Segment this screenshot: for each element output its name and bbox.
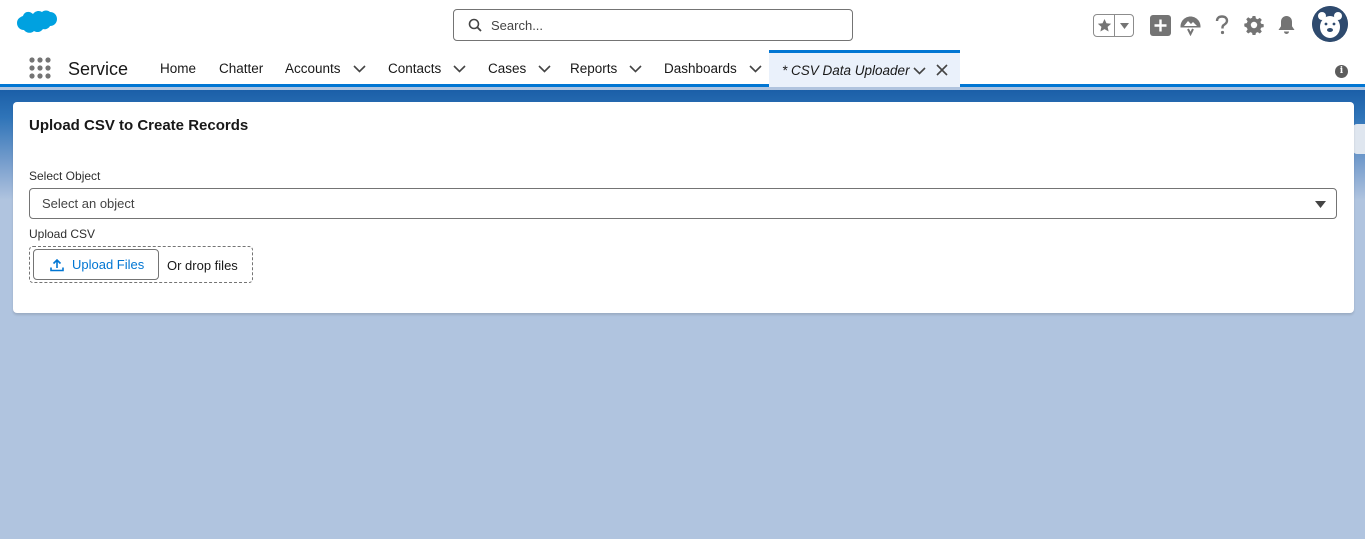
setup-gear-icon[interactable] [1242, 13, 1266, 37]
upload-button-label: Upload Files [72, 257, 145, 272]
drop-files-text: Or drop files [167, 258, 238, 273]
nav-item-label: Cases [488, 61, 527, 76]
chevron-down-icon[interactable] [352, 64, 366, 73]
chevron-down-icon[interactable] [538, 64, 551, 73]
info-icon[interactable]: i [1335, 65, 1348, 78]
nav-item-label: Contacts [388, 61, 442, 76]
nav-item-label: Chatter [219, 61, 264, 76]
chevron-down-icon[interactable] [749, 64, 762, 73]
card-title: Upload CSV to Create Records [29, 117, 249, 134]
close-icon[interactable] [936, 64, 948, 76]
app-navigation-bar: Service Home Chatter Accounts Contacts C… [0, 50, 1365, 87]
upload-files-button[interactable]: Upload Files [33, 249, 159, 280]
global-search[interactable] [453, 9, 853, 41]
nav-item-cases[interactable]: Cases [488, 50, 551, 87]
search-input[interactable] [491, 17, 831, 33]
chevron-down-icon[interactable] [453, 64, 466, 73]
notifications-bell-icon[interactable] [1274, 13, 1298, 37]
salesforce-cloud-icon [17, 10, 57, 33]
user-avatar[interactable] [1312, 6, 1348, 42]
help-question-icon[interactable] [1210, 13, 1234, 37]
upload-csv-label: Upload CSV [29, 227, 96, 241]
select-object-label: Select Object [29, 169, 101, 183]
nav-item-label: Reports [570, 61, 618, 76]
nav-item-chatter[interactable]: Chatter [219, 50, 263, 87]
favorites-menu-icon[interactable] [1115, 15, 1133, 36]
favorites-group [1093, 14, 1134, 37]
nav-item-label: Home [160, 61, 197, 76]
nav-item-label: Accounts [285, 61, 341, 76]
nav-item-label: Dashboards [664, 61, 737, 76]
combobox-placeholder: Select an object [42, 196, 135, 211]
nav-item-home[interactable]: Home [160, 50, 196, 87]
tab-csv-data-uploader[interactable]: * CSV Data Uploader [769, 50, 960, 87]
utility-panel-handle[interactable] [1353, 124, 1365, 154]
app-launcher-icon[interactable] [29, 57, 51, 79]
app-name: Service [68, 59, 129, 79]
select-object-combobox[interactable]: Select an object [29, 188, 1337, 219]
file-dropzone[interactable]: Upload Files Or drop files [29, 246, 253, 283]
bear-avatar-icon [1312, 6, 1348, 42]
chevron-down-icon[interactable] [913, 67, 926, 75]
global-actions-add-icon[interactable] [1148, 13, 1172, 37]
nav-item-contacts[interactable]: Contacts [388, 50, 466, 87]
nav-item-accounts[interactable]: Accounts [285, 50, 366, 87]
global-header [0, 0, 1365, 50]
salesforce-logo[interactable] [16, 10, 58, 40]
nav-item-dashboards[interactable]: Dashboards [664, 50, 762, 87]
upload-icon [50, 258, 64, 271]
caret-down-icon [1315, 201, 1326, 208]
tab-label: * CSV Data Uploader [782, 62, 910, 78]
search-icon [468, 18, 482, 32]
trailhead-guidance-icon[interactable] [1178, 13, 1202, 37]
chevron-down-icon[interactable] [629, 64, 642, 73]
nav-item-reports[interactable]: Reports [570, 50, 642, 87]
favorites-star-icon[interactable] [1094, 15, 1116, 36]
upload-csv-card: Upload CSV to Create Records Select Obje… [13, 102, 1354, 313]
